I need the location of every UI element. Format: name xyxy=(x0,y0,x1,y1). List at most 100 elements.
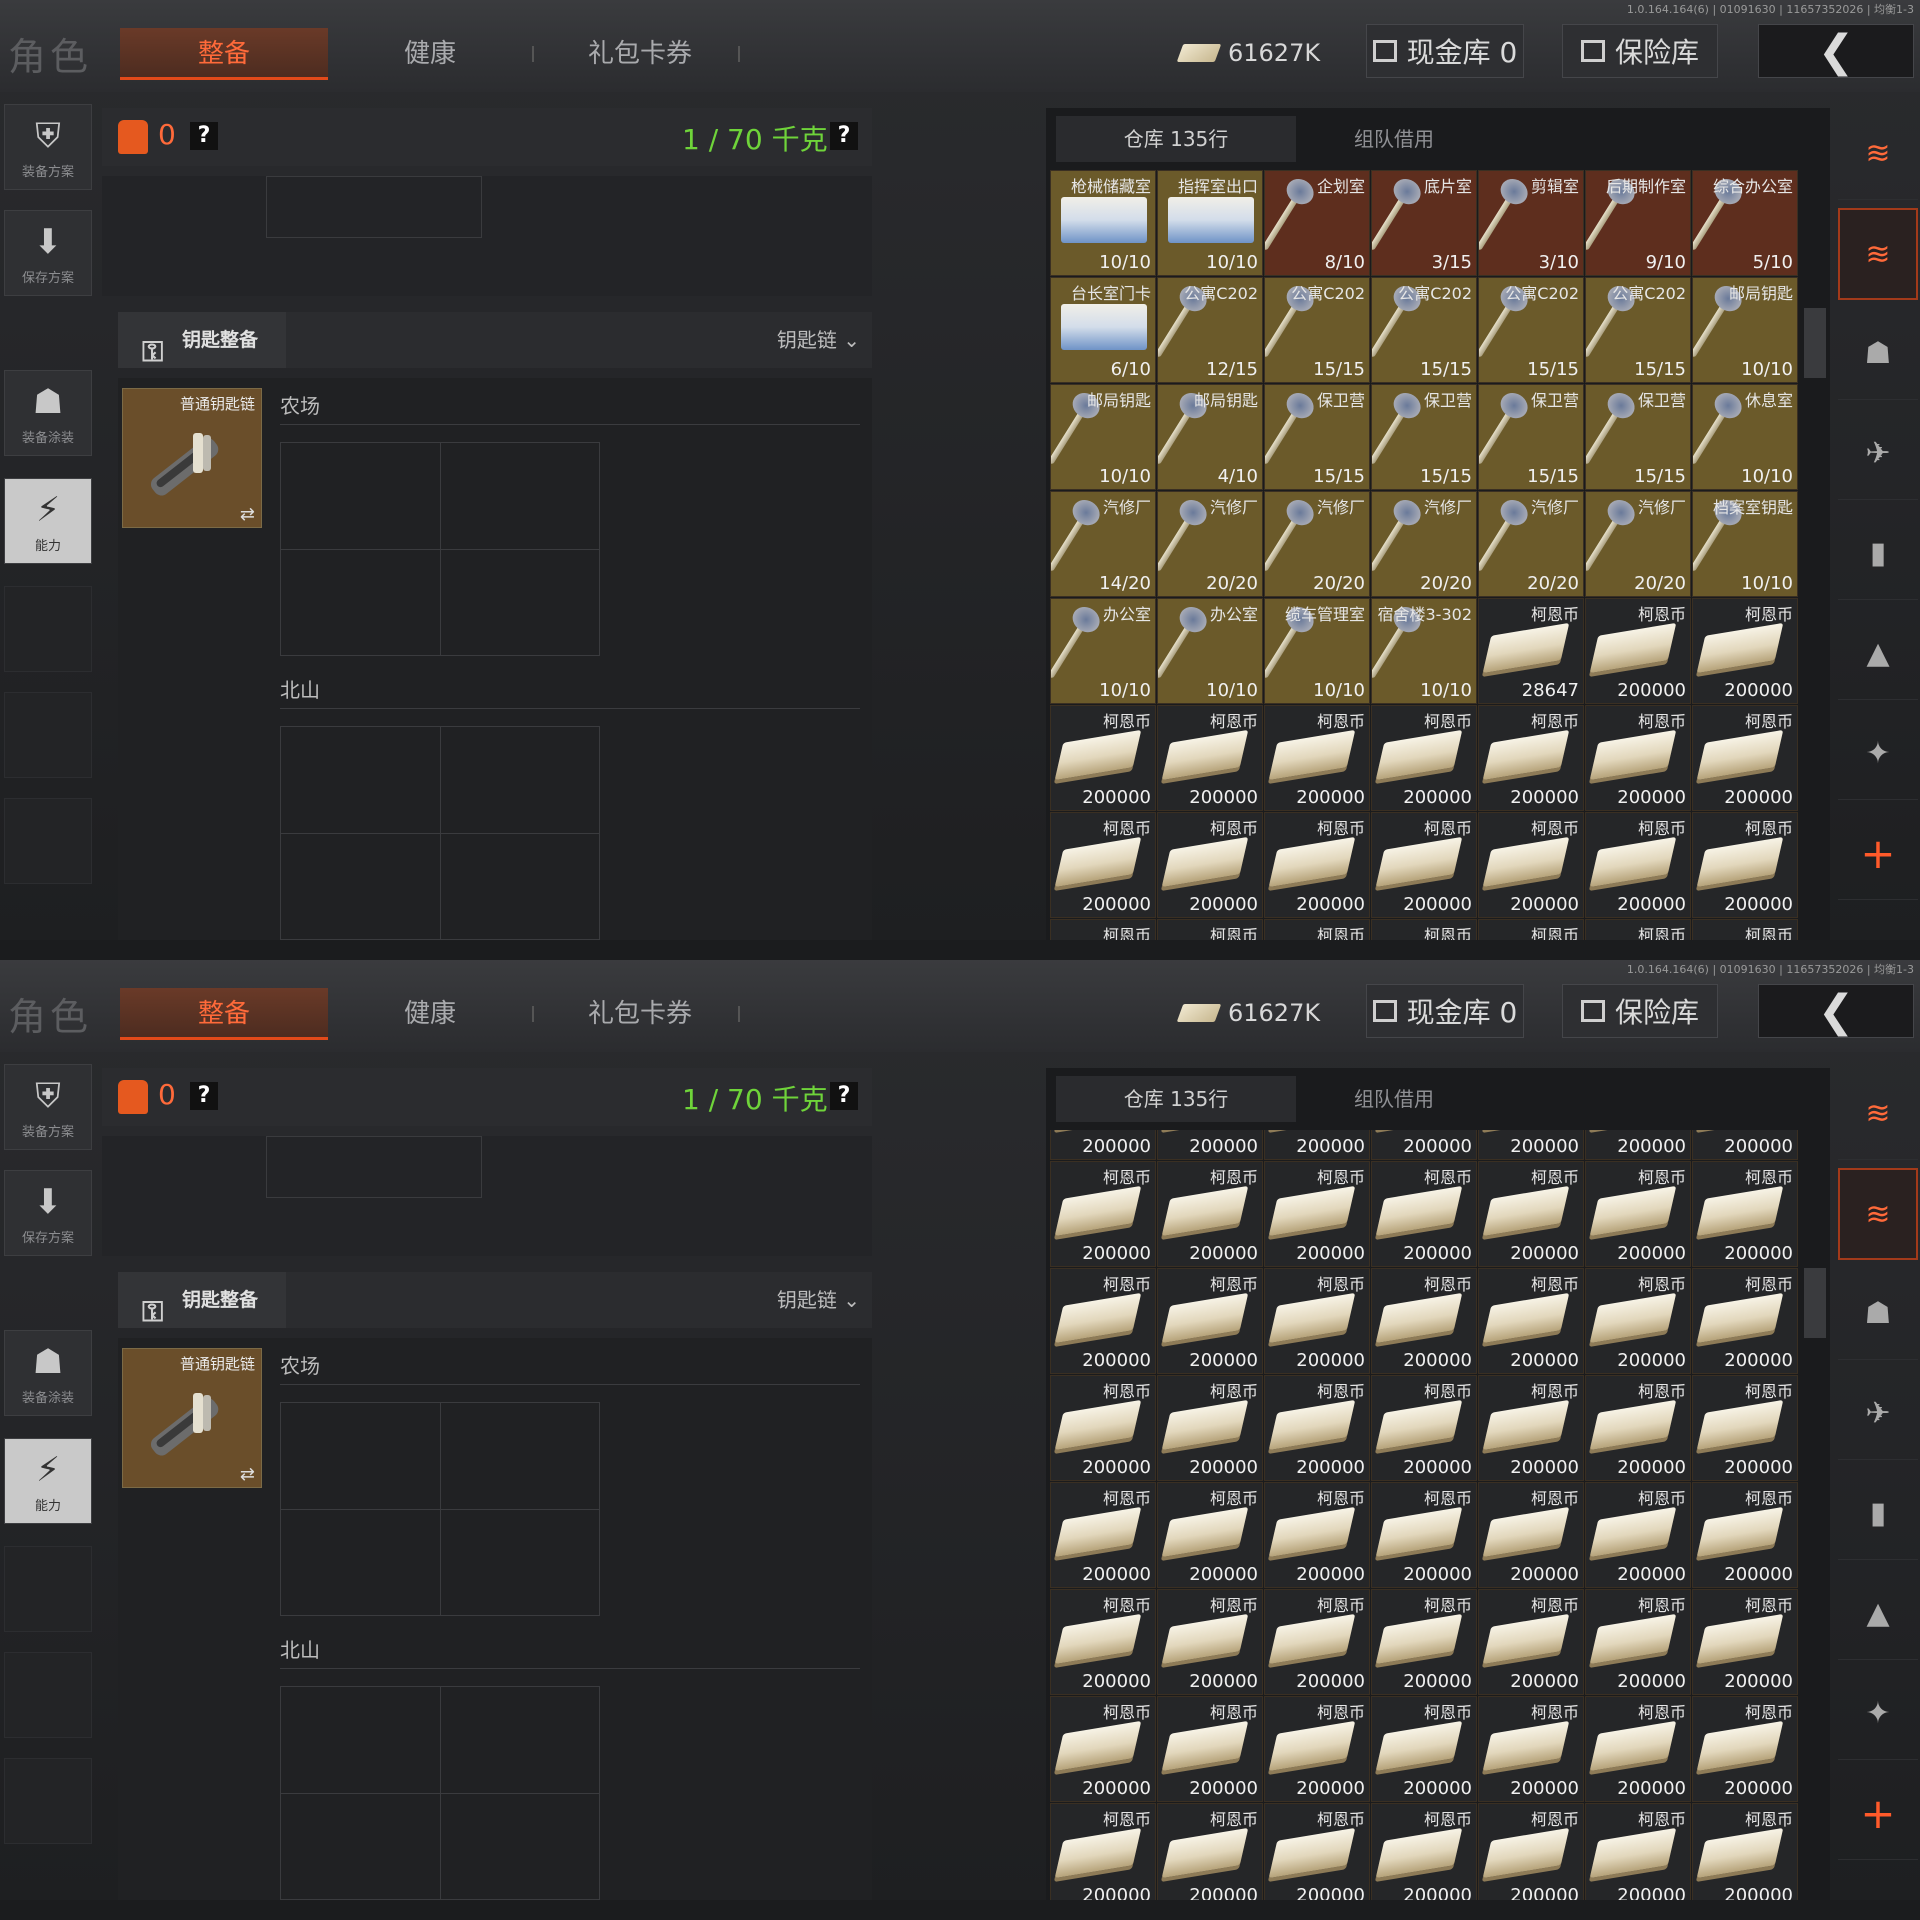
key-item[interactable]: 公寓C202 15/15 xyxy=(1371,277,1477,383)
cash-item[interactable]: 柯恩币200000 xyxy=(1264,1803,1370,1900)
keychain-dropdown[interactable]: 钥匙链 ⌄ xyxy=(777,312,860,368)
safe-button[interactable]: 保险库 xyxy=(1562,24,1718,78)
tab-team-borrow[interactable]: 组队借用 xyxy=(1304,1076,1484,1122)
cash-item[interactable]: 柯恩币200000 xyxy=(1371,1696,1477,1802)
cash-item[interactable]: 柯恩币200000 xyxy=(1692,1803,1798,1900)
cash-vault-button[interactable]: 现金库 0 xyxy=(1366,984,1524,1038)
sort-all-icon[interactable]: ≋ xyxy=(1838,1068,1918,1160)
category-parts-button[interactable]: ✦ xyxy=(1838,708,1918,800)
key-item[interactable]: 公寓C202 15/15 xyxy=(1478,277,1584,383)
cash-item[interactable]: 柯恩币200000 xyxy=(1585,812,1691,918)
key-item[interactable]: 邮局钥匙 4/10 xyxy=(1157,384,1263,490)
key-item[interactable]: 邮局钥匙 10/10 xyxy=(1692,277,1798,383)
cash-item[interactable]: 柯恩币200000 xyxy=(1478,812,1584,918)
back-button[interactable]: ❮ xyxy=(1758,984,1914,1038)
tab-gift-vouchers[interactable]: 礼包卡券 xyxy=(560,28,720,80)
nav-ability[interactable]: ⚡ 能力 xyxy=(4,1438,92,1524)
cash-item[interactable]: 柯恩币200000 xyxy=(1692,812,1798,918)
cash-item[interactable]: 柯恩币200000 xyxy=(1157,812,1263,918)
help-icon[interactable]: ? xyxy=(190,1082,218,1110)
category-magazine-button[interactable]: ▮ xyxy=(1838,508,1918,600)
add-category-button[interactable]: + xyxy=(1838,1768,1918,1860)
key-item[interactable]: 邮局钥匙 10/10 xyxy=(1050,384,1156,490)
cash-item[interactable]: 柯恩币200000 xyxy=(1478,1696,1584,1802)
cash-item[interactable]: 柯恩币200000 xyxy=(1692,1268,1798,1374)
cash-vault-button[interactable]: 现金库 0 xyxy=(1366,24,1524,78)
cash-item[interactable]: 柯恩币200000 xyxy=(1157,919,1263,940)
cash-item[interactable]: 柯恩币200000 xyxy=(1585,1375,1691,1481)
category-ammo-button[interactable]: ▲ xyxy=(1838,1568,1918,1660)
cash-item[interactable]: 柯恩币200000 xyxy=(1371,812,1477,918)
cash-item[interactable]: 柯恩币200000 xyxy=(1371,1161,1477,1267)
tab-loadout[interactable]: 整备 xyxy=(120,28,328,80)
cash-item[interactable]: 柯恩币200000 xyxy=(1478,705,1584,811)
key-item[interactable]: 综合办公室 5/10 xyxy=(1692,170,1798,276)
key-item[interactable]: 企划室 8/10 xyxy=(1264,170,1370,276)
cash-item[interactable]: 柯恩币200000 xyxy=(1585,1589,1691,1695)
cash-item[interactable]: 柯恩币200000 xyxy=(1264,919,1370,940)
cash-item[interactable]: 柯恩币200000 xyxy=(1050,812,1156,918)
category-all-button[interactable]: ≋ xyxy=(1838,1168,1918,1260)
key-item[interactable]: 汽修厂 20/20 xyxy=(1157,491,1263,597)
cash-item[interactable]: 柯恩币200000 xyxy=(1264,812,1370,918)
sort-all-icon[interactable]: ≋ xyxy=(1838,108,1918,200)
cash-item[interactable]: 柯恩币200000 xyxy=(1692,919,1798,940)
key-slot-grid-farm[interactable] xyxy=(280,1402,600,1616)
cash-item[interactable]: 柯恩币200000 xyxy=(1692,1696,1798,1802)
cash-item[interactable]: 柯恩币200000 xyxy=(1585,705,1691,811)
tab-warehouse[interactable]: 仓库 135行 xyxy=(1056,116,1296,162)
key-item[interactable]: 后期制作室 9/10 xyxy=(1585,170,1691,276)
nav-save-plan[interactable]: ⬇ 保存方案 xyxy=(4,1170,92,1256)
key-item[interactable]: 保卫营 15/15 xyxy=(1264,384,1370,490)
category-all-button[interactable]: ≋ xyxy=(1838,208,1918,300)
cash-item[interactable]: 柯恩币200000 xyxy=(1478,1589,1584,1695)
key-item[interactable]: 宿舍楼3-302 10/10 xyxy=(1371,598,1477,704)
cash-item[interactable]: 柯恩币200000 xyxy=(1157,1375,1263,1481)
swap-icon[interactable]: ⇄ xyxy=(240,504,255,525)
tab-warehouse[interactable]: 仓库 135行 xyxy=(1056,1076,1296,1122)
key-item[interactable]: 公寓C202 15/15 xyxy=(1585,277,1691,383)
cash-item[interactable]: 柯恩币200000 xyxy=(1692,1482,1798,1588)
keychain-slot[interactable]: 普通钥匙链 ⇄ xyxy=(122,1348,262,1488)
cash-item[interactable]: 柯恩币200000 xyxy=(1157,1482,1263,1588)
cash-item[interactable]: 柯恩币200000 xyxy=(1371,1130,1477,1160)
category-gear-button[interactable]: ☗ xyxy=(1838,1268,1918,1360)
scrollbar-thumb[interactable] xyxy=(1804,1268,1826,1338)
category-magazine-button[interactable]: ▮ xyxy=(1838,1468,1918,1560)
tab-health[interactable]: 健康 xyxy=(360,988,500,1040)
category-rifle-button[interactable]: ✈ xyxy=(1838,1368,1918,1460)
cash-item[interactable]: 柯恩币200000 xyxy=(1478,1161,1584,1267)
cash-item[interactable]: 柯恩币200000 xyxy=(1692,1589,1798,1695)
cash-item[interactable]: 柯恩币200000 xyxy=(1264,705,1370,811)
cash-item[interactable]: 柯恩币200000 xyxy=(1692,598,1798,704)
cash-item[interactable]: 柯恩币200000 xyxy=(1157,705,1263,811)
help-icon[interactable]: ? xyxy=(190,122,218,150)
key-item[interactable]: 保卫营 15/15 xyxy=(1371,384,1477,490)
cash-item[interactable]: 柯恩币200000 xyxy=(1157,1130,1263,1160)
cash-item[interactable]: 柯恩币200000 xyxy=(1585,1696,1691,1802)
category-gear-button[interactable]: ☗ xyxy=(1838,308,1918,400)
cash-item[interactable]: 柯恩币200000 xyxy=(1585,1130,1691,1160)
key-item[interactable]: 办公室 10/10 xyxy=(1157,598,1263,704)
nav-loadout-plan[interactable]: ⛨ 装备方案 xyxy=(4,1064,92,1150)
cash-item[interactable]: 柯恩币 28647 xyxy=(1478,598,1584,704)
key-slot-grid-farm[interactable] xyxy=(280,442,600,656)
cash-item[interactable]: 柯恩币200000 xyxy=(1050,919,1156,940)
equipment-slot[interactable] xyxy=(266,176,482,238)
help-icon[interactable]: ? xyxy=(830,122,858,150)
help-icon[interactable]: ? xyxy=(830,1082,858,1110)
key-item[interactable]: 公寓C202 12/15 xyxy=(1157,277,1263,383)
key-item[interactable]: 剪辑室 3/10 xyxy=(1478,170,1584,276)
cash-item[interactable]: 柯恩币200000 xyxy=(1371,1375,1477,1481)
key-item[interactable]: 汽修厂 20/20 xyxy=(1478,491,1584,597)
cash-item[interactable]: 柯恩币200000 xyxy=(1692,1161,1798,1267)
cash-item[interactable]: 柯恩币200000 xyxy=(1050,1696,1156,1802)
category-ammo-button[interactable]: ▲ xyxy=(1838,608,1918,700)
key-item[interactable]: 档案室钥匙 10/10 xyxy=(1692,491,1798,597)
cash-item[interactable]: 柯恩币200000 xyxy=(1692,1130,1798,1160)
key-item[interactable]: 指挥室出口 10/10 xyxy=(1157,170,1263,276)
cash-item[interactable]: 柯恩币200000 xyxy=(1371,1589,1477,1695)
cash-item[interactable]: 柯恩币200000 xyxy=(1264,1161,1370,1267)
key-slot-grid-north-mountain[interactable] xyxy=(280,726,600,940)
key-item[interactable]: 保卫营 15/15 xyxy=(1478,384,1584,490)
